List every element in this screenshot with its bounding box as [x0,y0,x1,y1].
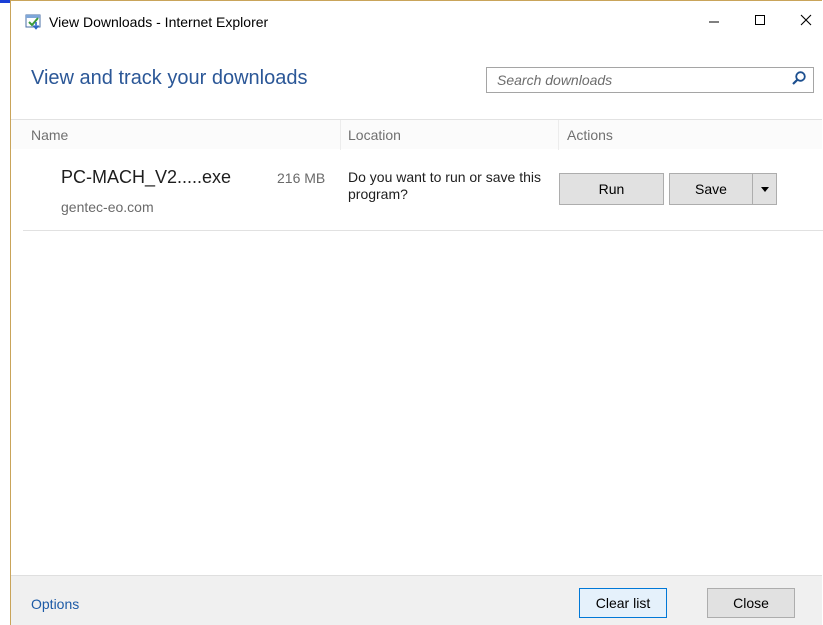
maximize-button[interactable] [737,1,783,43]
window-title: View Downloads - Internet Explorer [49,14,269,30]
options-link[interactable]: Options [31,596,79,612]
page: View Downloads - Internet Explorer View … [0,0,823,625]
minimize-icon [708,13,720,31]
download-manager-icon [25,13,43,31]
title-bar[interactable]: View Downloads - Internet Explorer [11,1,822,43]
search-icon [791,70,807,91]
file-source: gentec-eo.com [61,199,154,215]
close-icon [800,13,812,31]
column-header-name[interactable]: Name [31,127,68,143]
save-button[interactable]: Save [669,173,753,205]
clear-list-button[interactable]: Clear list [579,588,667,618]
column-header-row: Name Location Actions [11,119,822,150]
download-row[interactable]: PC-MACH_V2.....exe 216 MB gentec-eo.com … [23,153,823,231]
footer-bar: Options Clear list Close [11,575,822,625]
run-button[interactable]: Run [559,173,664,205]
search-button[interactable] [785,68,813,92]
column-header-actions: Actions [567,127,613,143]
downloads-window: View Downloads - Internet Explorer View … [10,0,823,625]
column-header-location[interactable]: Location [348,127,401,143]
file-name: PC-MACH_V2.....exe [61,167,232,187]
search-input[interactable] [487,68,783,92]
save-options-dropdown[interactable] [752,173,777,205]
close-button[interactable]: Close [707,588,795,618]
caret-down-icon [760,181,770,197]
download-prompt: Do you want to run or save this program? [348,169,541,202]
column-divider [558,120,559,150]
close-window-button[interactable] [783,1,823,43]
minimize-button[interactable] [691,1,737,43]
maximize-icon [754,13,766,31]
search-box[interactable] [486,67,814,93]
page-heading: View and track your downloads [31,67,308,89]
column-divider [340,120,341,150]
file-size: 216 MB [277,170,326,186]
